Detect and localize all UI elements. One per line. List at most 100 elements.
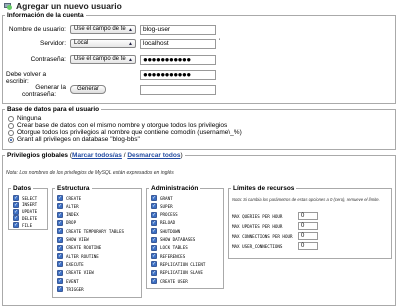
uncheck-all-link[interactable]: Desmarcar todos bbox=[127, 152, 180, 159]
privilege-checkbox[interactable]: ✓ bbox=[13, 215, 19, 222]
privilege-checkbox[interactable]: ✓ bbox=[57, 253, 63, 260]
password-mode-select[interactable]: Use el campo de te ▲︎ bbox=[70, 55, 136, 64]
privilege-checkbox[interactable]: ✓ bbox=[151, 203, 157, 210]
privilege-checkbox[interactable]: ✓ bbox=[151, 228, 157, 235]
privilege-structure-item[interactable]: ✓ ALTER ROUTINE bbox=[57, 253, 99, 260]
resource-limit-input[interactable]: 0 bbox=[298, 242, 318, 250]
privilege-data-item[interactable]: ✓ FILE bbox=[13, 222, 32, 229]
generated-password-input[interactable] bbox=[140, 85, 216, 95]
database-legend: Base de datos para el usuario bbox=[7, 106, 100, 113]
privilege-checkbox[interactable]: ✓ bbox=[13, 201, 19, 208]
privilege-label: UPDATE bbox=[22, 209, 38, 215]
privilege-checkbox[interactable]: ✓ bbox=[151, 211, 157, 218]
password-input[interactable]: ●●●●●●●●●●● bbox=[140, 55, 216, 65]
db-option-none[interactable]: Ninguna bbox=[8, 115, 41, 122]
privilege-admin-item[interactable]: ✓ GRANT bbox=[151, 195, 173, 201]
privilege-checkbox[interactable]: ✓ bbox=[151, 195, 157, 201]
check-all-link[interactable]: Marcar todos/as bbox=[72, 152, 122, 159]
privilege-admin-item[interactable]: ✓ REFERENCES bbox=[151, 253, 185, 260]
privilege-data-item[interactable]: ✓ UPDATE bbox=[13, 208, 38, 215]
username-label: Nombre de usuario: bbox=[8, 26, 66, 33]
radio-wildcard[interactable] bbox=[8, 129, 14, 136]
db-option-label: Crear base de datos con el mismo nombre … bbox=[17, 122, 228, 129]
resource-limit-input[interactable]: 0 bbox=[298, 212, 318, 220]
db-option-create-same-name[interactable]: Crear base de datos con el mismo nombre … bbox=[8, 122, 227, 129]
privilege-label: SHOW VIEW bbox=[66, 237, 89, 242]
privilege-checkbox[interactable]: ✓ bbox=[151, 253, 157, 260]
privilege-checkbox[interactable]: ✓ bbox=[57, 203, 63, 210]
privilege-admin-item[interactable]: ✓ LOCK TABLES bbox=[151, 244, 188, 251]
privilege-structure-item[interactable]: ✓ CREATE bbox=[57, 195, 81, 201]
resource-limit-input[interactable]: 0 bbox=[298, 232, 318, 240]
privilege-checkbox[interactable]: ✓ bbox=[57, 211, 63, 218]
privilege-admin-item[interactable]: ✓ REPLICATION SLAVE bbox=[151, 269, 203, 276]
privilege-checkbox[interactable]: ✓ bbox=[57, 219, 63, 226]
privilege-structure-item[interactable]: ✓ SHOW VIEW bbox=[57, 236, 89, 243]
privilege-checkbox[interactable]: ✓ bbox=[151, 269, 157, 276]
radio-grant-all[interactable] bbox=[8, 136, 14, 143]
privilege-structure-item[interactable]: ✓ CREATE VIEW bbox=[57, 269, 94, 276]
privilege-structure-item[interactable]: ✓ CREATE ROUTINE bbox=[57, 244, 102, 251]
privilege-checkbox[interactable]: ✓ bbox=[57, 261, 63, 268]
privilege-admin-item[interactable]: ✓ PROCESS bbox=[151, 211, 178, 218]
close-paren: ) bbox=[180, 152, 183, 159]
privilege-structure-item[interactable]: ✓ EXECUTE bbox=[57, 261, 84, 268]
privilege-admin-item[interactable]: ✓ SHUTDOWN bbox=[151, 228, 180, 235]
privilege-admin-item[interactable]: ✓ SHOW DATABASES bbox=[151, 236, 195, 243]
privilege-label: CREATE TEMPORARY TABLES bbox=[66, 228, 124, 234]
db-option-label: Otorgue todos los privilegios al nombre … bbox=[17, 129, 242, 136]
privilege-structure-item[interactable]: ✓ INDEX bbox=[57, 211, 79, 218]
resource-limit-label: MAX QUERIES PER HOUR bbox=[232, 214, 283, 219]
server-input[interactable]: localhost bbox=[140, 39, 216, 49]
privilege-checkbox[interactable]: ✓ bbox=[151, 236, 157, 243]
privilege-checkbox[interactable]: ✓ bbox=[57, 228, 63, 235]
generate-password-label-1: Generar la bbox=[35, 84, 66, 91]
server-label: Servidor: bbox=[39, 40, 66, 47]
privilege-admin-item[interactable]: ✓ REPLICATION CLIENT bbox=[151, 261, 205, 268]
privilege-structure-item[interactable]: ✓ ALTER bbox=[57, 203, 79, 210]
password-mode-value: Use el campo de te bbox=[74, 56, 126, 62]
privilege-checkbox[interactable]: ✓ bbox=[57, 286, 63, 293]
privilege-admin-item[interactable]: ✓ CREATE USER bbox=[151, 278, 188, 284]
select-arrow-icon: ▲︎ bbox=[128, 27, 133, 33]
privilege-structure-item[interactable]: ✓ DROP bbox=[57, 219, 76, 226]
privilege-data-item[interactable]: ✓ SELECT bbox=[13, 195, 37, 201]
privilege-checkbox[interactable]: ✓ bbox=[57, 195, 63, 201]
radio-none[interactable] bbox=[8, 115, 14, 122]
retype-password-input[interactable]: ●●●●●●●●●●● bbox=[140, 70, 216, 80]
privilege-data-item[interactable]: ✓ INSERT bbox=[13, 201, 37, 208]
admin-privileges-legend: Administración bbox=[151, 185, 199, 192]
privilege-structure-item[interactable]: ✓ CREATE TEMPORARY TABLES bbox=[57, 228, 124, 235]
db-option-wildcard[interactable]: Otorgue todos los privilegios al nombre … bbox=[8, 129, 242, 136]
radio-create-same-name[interactable] bbox=[8, 122, 14, 129]
privilege-checkbox[interactable]: ✓ bbox=[151, 219, 157, 226]
resource-limits-legend: Límites de recursos bbox=[233, 185, 295, 192]
username-input[interactable]: blog-user bbox=[140, 25, 216, 35]
page-title: Agregar un nuevo usuario bbox=[16, 0, 122, 11]
resource-limit-input[interactable]: 0 bbox=[298, 222, 318, 230]
privilege-checkbox[interactable]: ✓ bbox=[57, 244, 63, 251]
generate-password-button[interactable]: Generar bbox=[70, 85, 106, 94]
db-option-label: Grant all privileges on database "blog-b… bbox=[17, 136, 140, 143]
global-privileges-title: Privilegios globales bbox=[7, 152, 69, 159]
privilege-checkbox[interactable]: ✓ bbox=[13, 195, 19, 201]
privilege-label: REPLICATION SLAVE bbox=[160, 270, 203, 276]
privilege-checkbox[interactable]: ✓ bbox=[57, 278, 63, 284]
resource-limit-label: MAX CONNECTIONS PER HOUR bbox=[232, 234, 293, 239]
privilege-data-item[interactable]: ✓ DELETE bbox=[13, 215, 37, 222]
db-option-grant-all[interactable]: Grant all privileges on database "blog-b… bbox=[8, 136, 140, 143]
privilege-checkbox[interactable]: ✓ bbox=[151, 244, 157, 251]
privilege-checkbox[interactable]: ✓ bbox=[57, 236, 63, 243]
privilege-structure-item[interactable]: ✓ EVENT bbox=[57, 278, 79, 284]
privilege-admin-item[interactable]: ✓ SUPER bbox=[151, 203, 173, 210]
privilege-structure-item[interactable]: ✓ TRIGGER bbox=[57, 286, 84, 293]
privilege-checkbox[interactable]: ✓ bbox=[151, 278, 157, 284]
username-mode-select[interactable]: Use el campo de te ▲︎ bbox=[70, 25, 136, 34]
privilege-checkbox[interactable]: ✓ bbox=[57, 269, 63, 276]
privilege-checkbox[interactable]: ✓ bbox=[13, 222, 19, 229]
privilege-checkbox[interactable]: ✓ bbox=[13, 208, 19, 215]
privilege-admin-item[interactable]: ✓ RELOAD bbox=[151, 219, 175, 226]
server-mode-select[interactable]: Local ▲︎ bbox=[70, 39, 136, 48]
privilege-checkbox[interactable]: ✓ bbox=[151, 261, 157, 268]
privilege-label: CREATE ROUTINE bbox=[66, 245, 102, 251]
